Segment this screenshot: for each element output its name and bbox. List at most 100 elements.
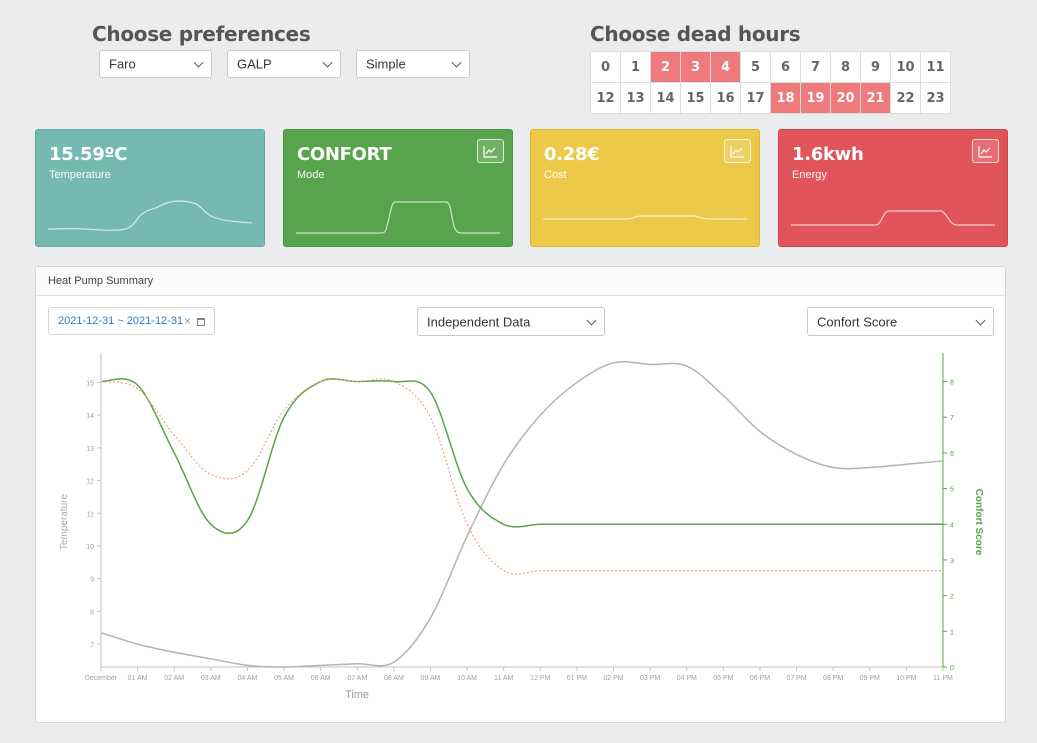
cost-chart-button[interactable] — [724, 139, 751, 163]
y-tick-label: 11 — [87, 511, 94, 518]
hour-cell-22[interactable]: 22 — [891, 83, 921, 114]
supplier-value: GALP — [237, 56, 272, 72]
y2-axis-label: Confort Score — [973, 489, 984, 556]
mode-chart-button[interactable] — [477, 139, 504, 163]
y-tick-label: 8 — [90, 609, 94, 616]
hour-cell-3[interactable]: 3 — [681, 52, 711, 83]
x-tick-label: 08 PM — [823, 675, 843, 682]
x-tick-label: 11 AM — [494, 675, 513, 682]
location-select[interactable]: Faro — [99, 50, 212, 78]
x-tick-label: 07 PM — [786, 675, 806, 682]
hour-cell-7[interactable]: 7 — [801, 52, 831, 83]
location-value: Faro — [109, 56, 136, 72]
hour-cell-15[interactable]: 15 — [681, 83, 711, 114]
x-tick-label: 01 PM — [567, 675, 587, 682]
chevron-down-icon — [193, 57, 204, 68]
chart-line-icon — [730, 145, 744, 158]
metric-value: Confort Score — [817, 314, 898, 329]
hour-cell-6[interactable]: 6 — [771, 52, 801, 83]
x-tick-label: 05 AM — [274, 675, 294, 682]
y2-tick-label: 8 — [950, 380, 954, 387]
temperature-label: Temperature — [49, 169, 111, 181]
x-tick-label: 10 AM — [457, 675, 477, 682]
x-tick-label: 10 PM — [896, 675, 916, 682]
hour-cell-19[interactable]: 19 — [801, 83, 831, 114]
cost-card: 0.28€ Cost — [530, 129, 760, 247]
x-tick-label: 03 AM — [201, 675, 221, 682]
panel-title: Heat Pump Summary — [36, 267, 1005, 296]
y2-tick-label: 6 — [950, 451, 954, 458]
hour-cell-16[interactable]: 16 — [711, 83, 741, 114]
heat-pump-summary-panel: Heat Pump Summary 2021-12-31 ~ 2021-12-3… — [35, 266, 1006, 723]
energy-value: 1.6kwh — [792, 144, 864, 165]
calendar-icon[interactable] — [197, 318, 205, 326]
y-tick-label: 7 — [90, 642, 94, 649]
hour-cell-8[interactable]: 8 — [831, 52, 861, 83]
x-tick-label: 06 PM — [750, 675, 770, 682]
hour-cell-17[interactable]: 17 — [741, 83, 771, 114]
temperature-card: 15.59ºC Temperature — [35, 129, 265, 247]
y-tick-label: 12 — [86, 479, 94, 486]
x-tick-label: 06 AM — [311, 675, 331, 682]
mode-card: CONFORT Mode — [283, 129, 513, 247]
hour-cell-13[interactable]: 13 — [621, 83, 651, 114]
x-tick-label: 02 AM — [164, 675, 184, 682]
chevron-down-icon — [975, 315, 986, 326]
cost-sparkline — [543, 215, 747, 220]
x-tick-label: 07 AM — [347, 675, 367, 682]
preferences-title: Choose preferences — [92, 22, 311, 46]
x-tick-label: December — [85, 675, 118, 682]
series-line-0 — [100, 360, 944, 668]
hour-cell-21[interactable]: 21 — [861, 83, 891, 114]
hour-cell-1[interactable]: 1 — [621, 52, 651, 83]
y-tick-label: 10 — [86, 544, 94, 551]
series-line-2 — [100, 378, 943, 575]
hour-cell-11[interactable]: 11 — [921, 52, 951, 83]
y-axis-label: Temperature — [59, 493, 70, 550]
hour-cell-18[interactable]: 18 — [771, 83, 801, 114]
temperature-sparkline — [48, 200, 252, 231]
tariff-select[interactable]: Simple — [356, 50, 470, 78]
x-tick-label: 08 AM — [384, 675, 404, 682]
supplier-select[interactable]: GALP — [227, 50, 341, 78]
chart-line-icon — [978, 145, 992, 158]
data-mode-select[interactable]: Independent Data — [417, 307, 605, 336]
mode-label: Mode — [297, 169, 325, 181]
hour-cell-20[interactable]: 20 — [831, 83, 861, 114]
y-tick-label: 13 — [86, 446, 94, 453]
hour-cell-5[interactable]: 5 — [741, 52, 771, 83]
cost-value: 0.28€ — [544, 144, 600, 165]
data-mode-value: Independent Data — [427, 314, 531, 329]
x-tick-label: 04 PM — [677, 675, 697, 682]
hour-cell-14[interactable]: 14 — [651, 83, 681, 114]
y2-tick-label: 2 — [950, 594, 954, 601]
energy-card: 1.6kwh Energy — [778, 129, 1008, 247]
dead-hours-title: Choose dead hours — [590, 22, 801, 46]
hour-cell-0[interactable]: 0 — [591, 52, 621, 83]
x-tick-label: 02 PM — [603, 675, 623, 682]
hour-cell-4[interactable]: 4 — [711, 52, 741, 83]
hour-cell-2[interactable]: 2 — [651, 52, 681, 83]
cost-label: Cost — [544, 169, 567, 181]
x-tick-label: 04 AM — [238, 675, 258, 682]
hour-cell-10[interactable]: 10 — [891, 52, 921, 83]
mode-sparkline — [296, 201, 500, 234]
x-tick-label: 09 AM — [421, 675, 441, 682]
hour-cell-23[interactable]: 23 — [921, 83, 951, 114]
date-range-picker[interactable]: 2021-12-31 ~ 2021-12-31 × — [48, 307, 215, 335]
chevron-down-icon — [322, 57, 333, 68]
dead-hours-grid: 0 1 2 3 4 5 6 7 8 9 10 11 12 13 14 15 16 17 18 19 20 21 22 23 — [590, 51, 951, 114]
x-tick-label: 09 PM — [860, 675, 880, 682]
clear-icon[interactable]: × — [184, 314, 191, 328]
y2-tick-label: 0 — [950, 665, 954, 672]
series-line-1 — [100, 378, 943, 535]
chevron-down-icon — [586, 315, 597, 326]
y2-tick-label: 5 — [950, 487, 954, 494]
x-tick-label: 11 PM — [933, 675, 953, 682]
energy-chart-button[interactable] — [972, 139, 999, 163]
metric-select[interactable]: Confort Score — [807, 307, 994, 336]
x-tick-label: 01 AM — [128, 675, 148, 682]
hour-cell-9[interactable]: 9 — [861, 52, 891, 83]
mode-value: CONFORT — [297, 144, 392, 165]
hour-cell-12[interactable]: 12 — [591, 83, 621, 114]
